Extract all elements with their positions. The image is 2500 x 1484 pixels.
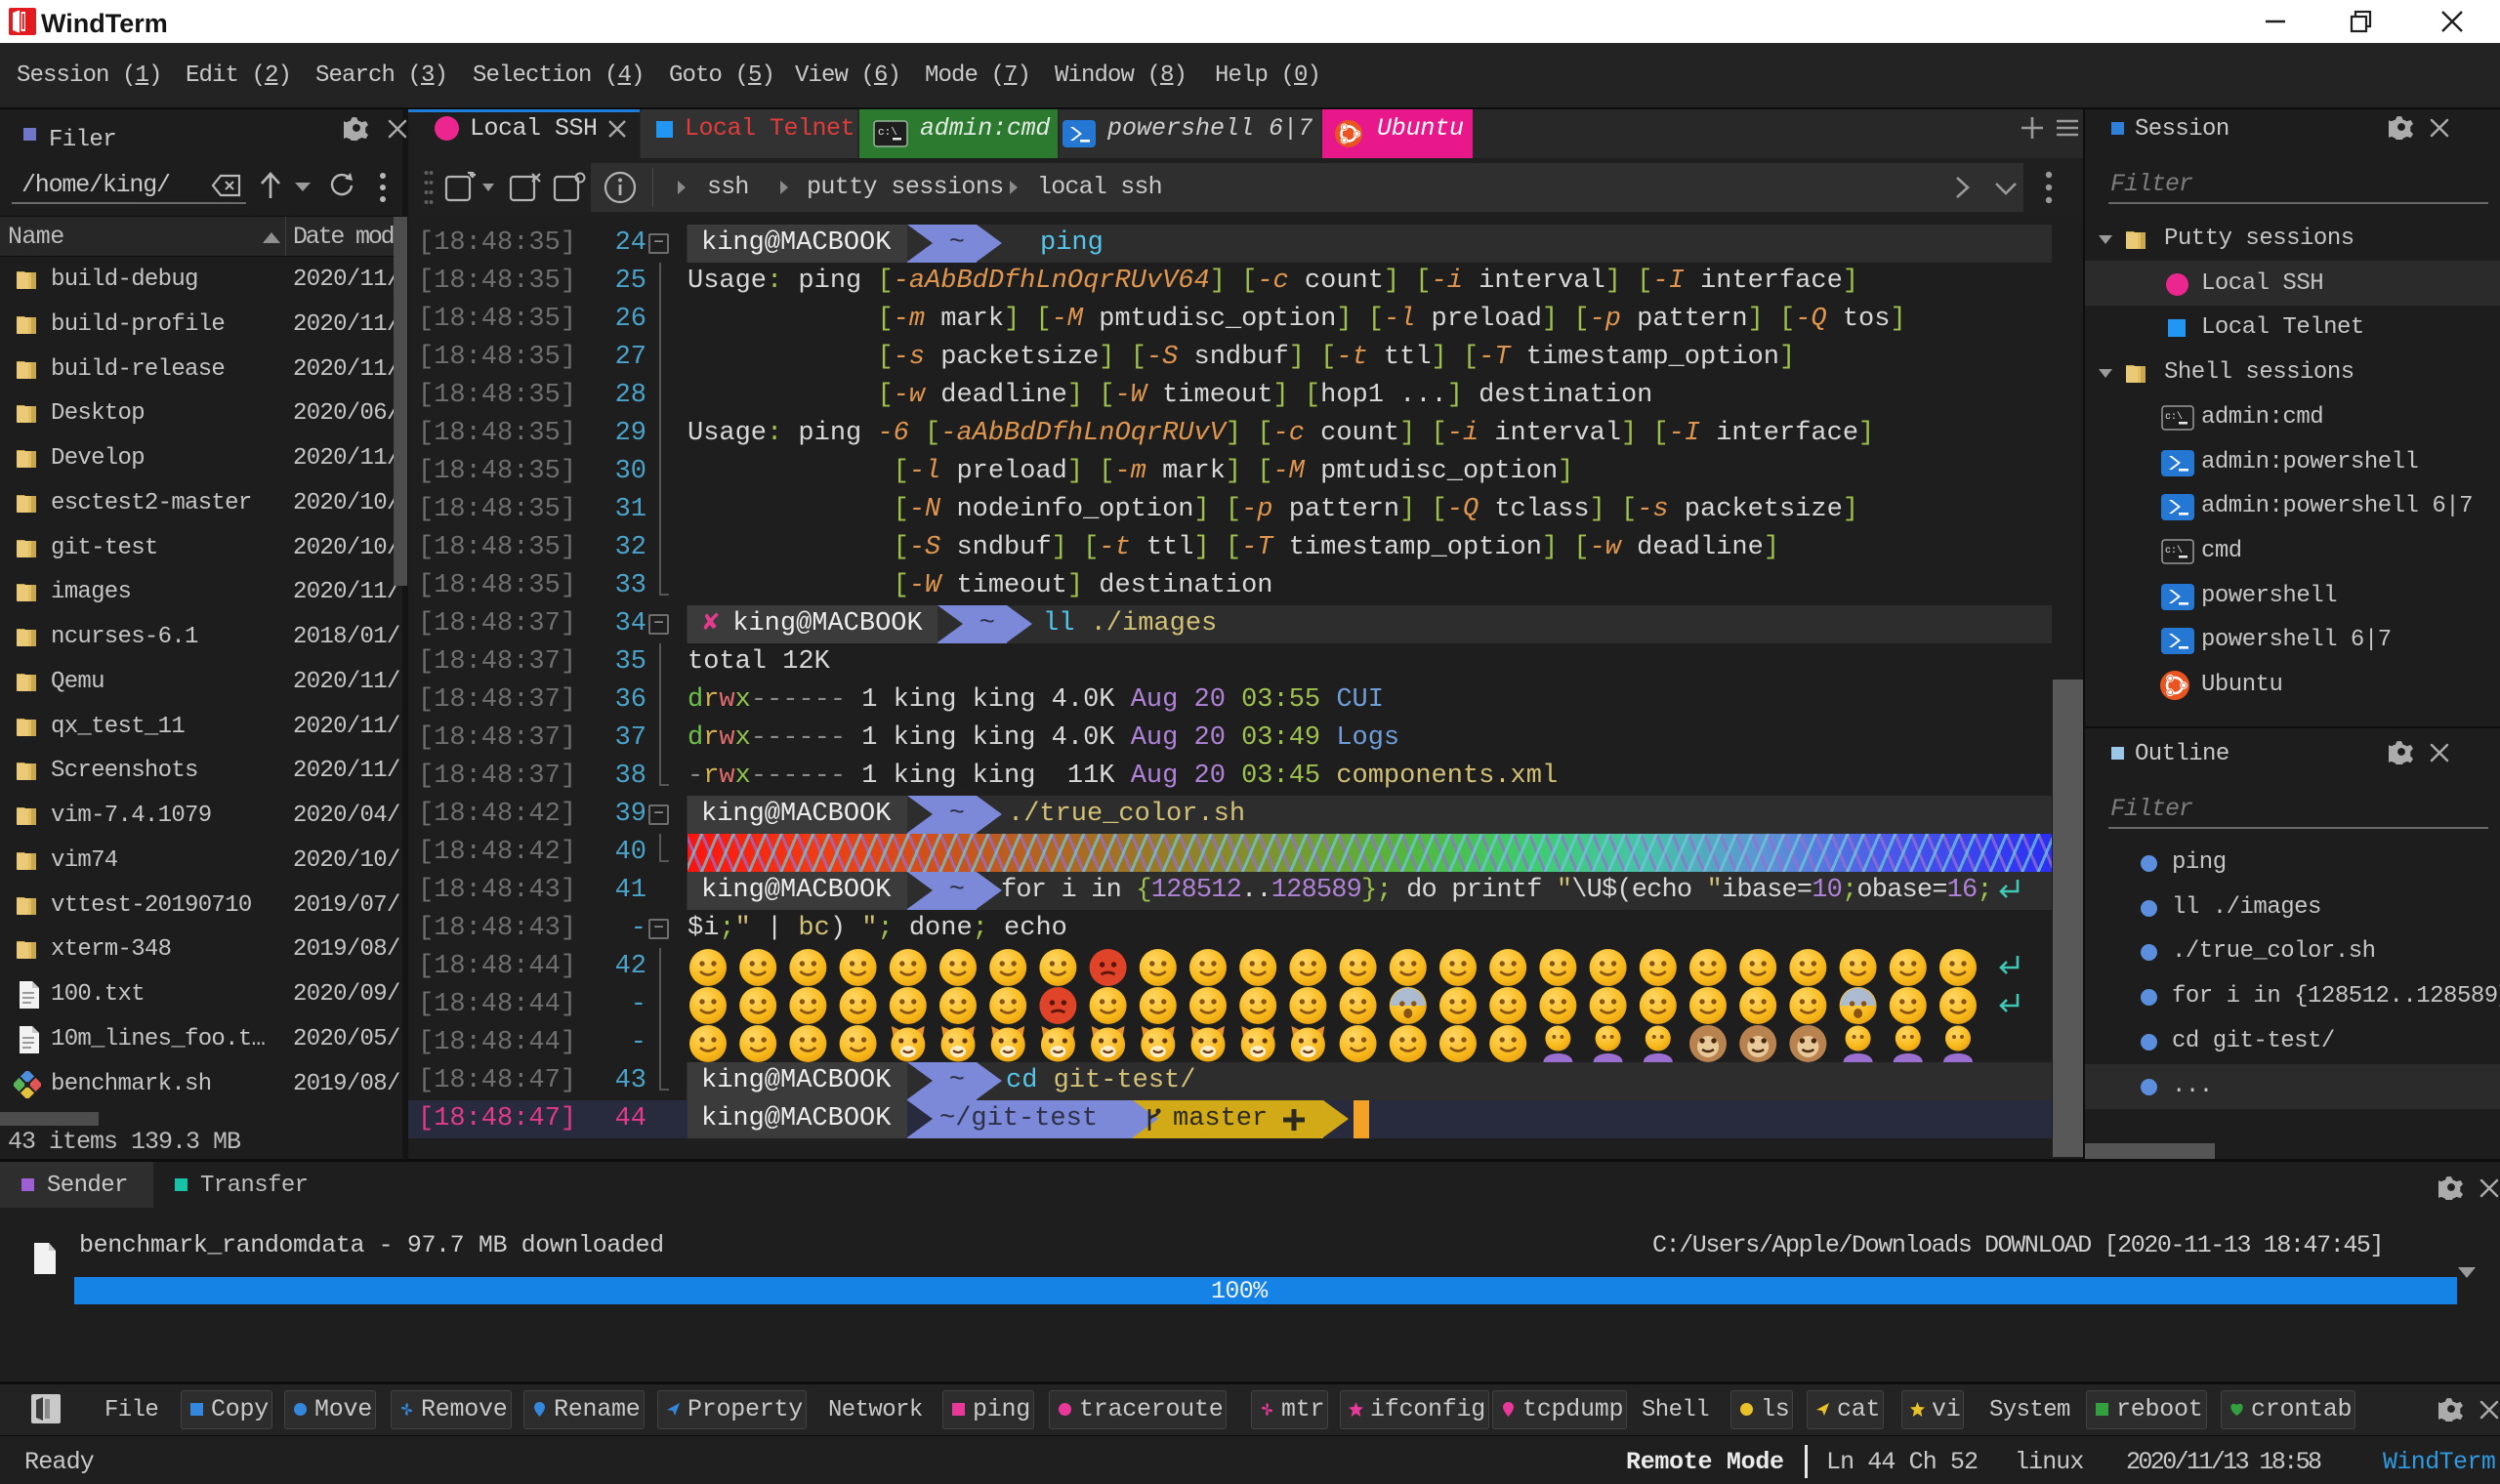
- svg-text:c:\: c:\: [878, 127, 897, 139]
